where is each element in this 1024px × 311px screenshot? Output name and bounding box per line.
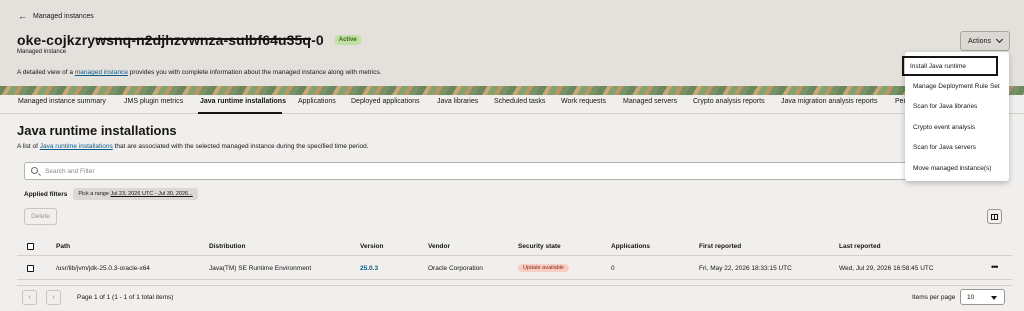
status-badge: Update available <box>518 264 569 272</box>
row-version-link[interactable]: 25.0.3 <box>360 265 378 272</box>
items-per-page-label: Items per page <box>912 294 956 301</box>
next-page-button[interactable]: › <box>46 290 61 305</box>
caret-down-icon <box>991 296 997 300</box>
row-vendor: Oracle Corporation <box>428 265 483 272</box>
menu-item-install-java-runtime[interactable]: Install Java runtime <box>902 56 998 76</box>
status-badge: Active <box>333 35 362 45</box>
tab-java-migration-analysis-reports[interactable]: Java migration analysis reports <box>781 98 878 105</box>
java-runtime-installations-link[interactable]: Java runtime installations <box>40 143 113 150</box>
column-settings-button[interactable] <box>987 209 1002 224</box>
tab-scheduled-tasks[interactable]: Scheduled tasks <box>494 98 545 105</box>
search-input[interactable] <box>45 163 905 179</box>
chevron-down-icon <box>995 35 1004 44</box>
col-applications[interactable]: Applications <box>611 243 650 250</box>
chevron-right-icon: › <box>52 294 55 301</box>
search-icon <box>31 167 38 174</box>
managed-instance-link[interactable]: managed instance <box>75 69 128 76</box>
applied-filters: Applied filters Pick a range Jul 23, 202… <box>24 188 198 200</box>
applied-filters-label: Applied filters <box>24 190 68 198</box>
table-header: Path Distribution Version Vendor Securit… <box>17 236 1012 256</box>
tab-work-requests[interactable]: Work requests <box>561 98 606 105</box>
tab-java-libraries[interactable]: Java libraries <box>437 98 478 105</box>
delete-button[interactable]: Delete <box>24 208 57 225</box>
col-last-reported[interactable]: Last reported <box>839 243 881 250</box>
back-link-label: Managed instances <box>33 13 94 20</box>
row-distribution: Java(TM) SE Runtime Environment <box>209 265 312 272</box>
tab-managed-instance-summary[interactable]: Managed instance summary <box>18 98 106 105</box>
tab-deployed-applications[interactable]: Deployed applications <box>351 98 420 105</box>
menu-item-manage-deployment-rule-set[interactable]: Manage Deployment Rule Set <box>905 76 1009 96</box>
menu-item-move-managed-instances[interactable]: Move managed instance(s) <box>905 158 1009 178</box>
table-row[interactable]: /usr/lib/jvm/jdk-25.0.3-oracle-x64 Java(… <box>17 258 1012 280</box>
row-actions-kebab-icon[interactable]: ••• <box>991 262 999 272</box>
col-distribution[interactable]: Distribution <box>209 243 245 250</box>
page-title: Java runtime installations <box>17 123 177 138</box>
col-version[interactable]: Version <box>360 243 383 250</box>
previous-page-button[interactable]: ‹ <box>22 290 37 305</box>
col-security-state[interactable]: Security state <box>518 243 561 250</box>
filter-chip-time-range[interactable]: Pick a range Jul 23, 2026 UTC - Jul 30, … <box>73 188 198 200</box>
row-last-reported: Wed, Jul 29, 2026 16:58:45 UTC <box>839 265 934 272</box>
actions-menu: Install Java runtime Manage Deployment R… <box>902 52 1009 181</box>
tab-bar: Managed instance summary JMS plugin metr… <box>0 95 1024 114</box>
row-checkbox[interactable] <box>27 265 34 272</box>
page-description: A list of Java runtime installations tha… <box>17 143 369 150</box>
arrow-left-icon: ← <box>18 11 27 21</box>
instance-subtitle: Managed instance <box>17 49 67 55</box>
pagination-bar: ‹ › Page 1 of 1 (1 - 1 of 1 total items)… <box>17 285 1012 309</box>
search-bar <box>24 162 914 180</box>
columns-icon <box>991 213 998 220</box>
row-security-state: Update available <box>518 264 569 272</box>
instance-description: A detailed view of a managed instance pr… <box>17 69 382 76</box>
actions-button[interactable]: Actions <box>960 31 1010 51</box>
tab-crypto-analysis-reports[interactable]: Crypto analysis reports <box>693 98 765 105</box>
select-all-checkbox[interactable] <box>27 243 34 250</box>
col-vendor[interactable]: Vendor <box>428 243 450 250</box>
row-path: /usr/lib/jvm/jdk-25.0.3-oracle-x64 <box>56 265 150 272</box>
instance-title: oke-cojkzrywsnq-n2djhzvwnza-sulbf64u35q-… <box>17 32 324 48</box>
row-first-reported: Fri, May 22, 2026 18:33:15 UTC <box>699 265 792 272</box>
tab-java-runtime-installations[interactable]: Java runtime installations <box>200 98 286 105</box>
row-applications: 0 <box>611 265 615 272</box>
tab-managed-servers[interactable]: Managed servers <box>623 98 677 105</box>
pagination-info: Page 1 of 1 (1 - 1 of 1 total items) <box>77 294 174 301</box>
menu-item-scan-java-servers[interactable]: Scan for Java servers <box>905 137 1009 157</box>
redaction-strike <box>97 38 311 40</box>
page-header: ← Managed instances oke-cojkzrywsnq-n2dj… <box>0 0 1024 96</box>
active-tab-indicator <box>198 112 282 114</box>
tab-jms-plugin-metrics[interactable]: JMS plugin metrics <box>124 98 183 105</box>
menu-item-crypto-event-analysis[interactable]: Crypto event analysis <box>905 117 1009 137</box>
col-first-reported[interactable]: First reported <box>699 243 741 250</box>
tab-applications[interactable]: Applications <box>298 98 336 105</box>
col-path[interactable]: Path <box>56 243 70 250</box>
chevron-left-icon: ‹ <box>28 294 31 301</box>
back-link[interactable]: ← Managed instances <box>18 12 94 21</box>
items-per-page-select[interactable]: 10 <box>960 289 1005 305</box>
menu-item-scan-java-libraries[interactable]: Scan for Java libraries <box>905 96 1009 116</box>
